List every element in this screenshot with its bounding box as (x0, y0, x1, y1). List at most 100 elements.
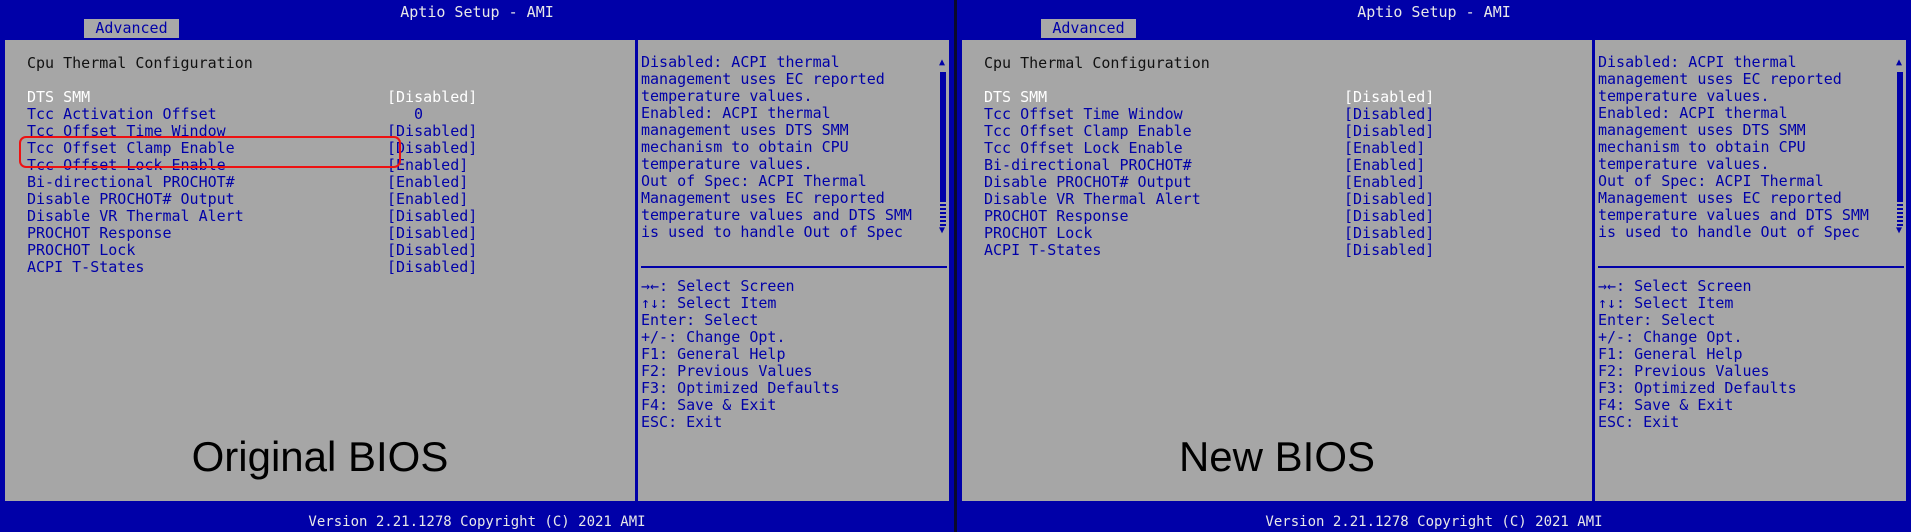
help-line: temperature values and DTS SMM (641, 206, 912, 224)
help-line: temperature values. (1598, 87, 1770, 105)
setting-value: [Disabled] (1344, 207, 1435, 225)
highlight-box (19, 136, 401, 168)
setting-disable-vr-thermal-alert[interactable]: Disable VR Thermal Alert [Disabled] (27, 207, 627, 225)
scroll-thumb[interactable] (940, 72, 946, 202)
scroll-track[interactable] (1897, 202, 1903, 226)
setting-bidirectional-prochot[interactable]: Bi-directional PROCHOT# [Enabled] (27, 173, 627, 191)
help-line: management uses DTS SMM (1598, 121, 1806, 139)
setting-value: [Enabled] (387, 190, 469, 208)
key-hint: Enter: Select (1598, 311, 1716, 329)
footer-version: Version 2.21.1278 Copyright (C) 2021 AMI (1265, 514, 1603, 530)
setting-prochot-lock[interactable]: PROCHOT Lock [Disabled] (984, 224, 1584, 242)
key-hint: +/-: Change Opt. (1598, 328, 1743, 346)
setting-value: [Disabled] (387, 207, 478, 225)
key-hint: F1: General Help (1598, 345, 1743, 363)
setting-value: 0 (413, 105, 423, 123)
setting-label: Disable VR Thermal Alert (27, 207, 244, 225)
setting-label: Tcc Offset Lock Enable (984, 139, 1183, 157)
setting-prochot-response[interactable]: PROCHOT Response [Disabled] (984, 207, 1584, 225)
setting-label: PROCHOT Response (27, 224, 172, 242)
setting-value: [Disabled] (1344, 88, 1435, 106)
setting-label: Disable PROCHOT# Output (27, 190, 235, 208)
tab-advanced[interactable]: Advanced (1041, 19, 1136, 38)
setting-disable-prochot-output[interactable]: Disable PROCHOT# Output [Enabled] (984, 173, 1584, 191)
help-line: Enabled: ACPI thermal (641, 104, 831, 122)
key-hint: ESC: Exit (641, 413, 723, 431)
help-text: Disabled: ACPI thermal management uses E… (1598, 54, 1888, 241)
help-line: Out of Spec: ACPI Thermal (1598, 172, 1824, 190)
setting-dts-smm[interactable]: DTS SMM [Disabled] (27, 88, 627, 106)
key-hint: ↑↓: Select Item (1598, 294, 1734, 312)
scroll-thumb[interactable] (1897, 72, 1903, 202)
setting-value: [Enabled] (387, 173, 469, 191)
help-line: management uses EC reported (641, 70, 885, 88)
key-hint: F1: General Help (641, 345, 786, 363)
key-hint: F4: Save & Exit (641, 396, 777, 414)
key-hint: ↑↓: Select Item (641, 294, 777, 312)
panel-caption: Original BIOS (191, 433, 449, 480)
help-text: Disabled: ACPI thermal management uses E… (641, 54, 931, 241)
help-line: temperature values and DTS SMM (1598, 206, 1869, 224)
help-line: mechanism to obtain CPU (641, 138, 849, 156)
setting-label: Disable PROCHOT# Output (984, 173, 1192, 191)
help-separator (1598, 266, 1904, 268)
panel-caption: New BIOS (1178, 433, 1376, 480)
help-line: management uses DTS SMM (641, 121, 849, 139)
scroll-up-icon[interactable]: ▲ (1896, 58, 1904, 68)
scroll-track[interactable] (940, 202, 946, 226)
help-line: mechanism to obtain CPU (1598, 138, 1806, 156)
setting-bidirectional-prochot[interactable]: Bi-directional PROCHOT# [Enabled] (984, 156, 1584, 174)
key-hint: F2: Previous Values (1598, 362, 1770, 380)
setting-tcc-offset-time-window[interactable]: Tcc Offset Time Window [Disabled] (984, 105, 1584, 123)
setup-body: Cpu Thermal Configuration DTS SMM [Disabl… (960, 38, 1908, 503)
setting-value: [Disabled] (387, 88, 478, 106)
setting-tcc-offset-clamp-enable[interactable]: Tcc Offset Clamp Enable [Disabled] (984, 122, 1584, 140)
key-help: →←: Select Screen ↑↓: Select Item Enter:… (1598, 278, 1797, 431)
setting-disable-prochot-output[interactable]: Disable PROCHOT# Output [Enabled] (27, 190, 627, 208)
key-hint: →←: Select Screen (641, 277, 795, 295)
setting-label: Disable VR Thermal Alert (984, 190, 1201, 208)
setting-acpi-t-states[interactable]: ACPI T-States [Disabled] (27, 258, 627, 276)
help-scrollbar[interactable]: ▲ ▼ (1896, 58, 1904, 238)
tab-advanced[interactable]: Advanced (84, 19, 179, 38)
setting-value: [Enabled] (1344, 156, 1426, 174)
scroll-down-icon[interactable]: ▼ (939, 226, 945, 236)
setting-value: [Disabled] (387, 241, 478, 259)
help-scrollbar[interactable]: ▲ ▼ (939, 58, 947, 238)
setting-value: [Disabled] (1344, 224, 1435, 242)
key-hint: ESC: Exit (1598, 413, 1680, 431)
setting-dts-smm[interactable]: DTS SMM [Disabled] (984, 88, 1584, 106)
setting-value: [Disabled] (387, 258, 478, 276)
help-line: temperature values. (641, 87, 813, 105)
setting-value: [Disabled] (1344, 105, 1435, 123)
help-line: management uses EC reported (1598, 70, 1842, 88)
setting-prochot-response[interactable]: PROCHOT Response [Disabled] (27, 224, 627, 242)
setting-tcc-activation-offset[interactable]: Tcc Activation Offset 0 (27, 105, 627, 123)
help-line: Management uses EC reported (1598, 189, 1842, 207)
settings-list: DTS SMM [Disabled] Tcc Offset Time Window… (984, 88, 1584, 259)
bios-panel-original: Aptio Setup - AMI Advanced Cpu Thermal C… (0, 0, 954, 532)
scroll-up-icon[interactable]: ▲ (939, 58, 947, 68)
setting-prochot-lock[interactable]: PROCHOT Lock [Disabled] (27, 241, 627, 259)
help-line: Disabled: ACPI thermal (1598, 53, 1797, 71)
setting-label: PROCHOT Lock (984, 224, 1093, 242)
help-line: Out of Spec: ACPI Thermal (641, 172, 867, 190)
setting-disable-vr-thermal-alert[interactable]: Disable VR Thermal Alert [Disabled] (984, 190, 1584, 208)
setting-label: PROCHOT Lock (27, 241, 136, 259)
setting-label: Tcc Activation Offset (27, 105, 217, 123)
setting-label: Tcc Offset Time Window (984, 105, 1183, 123)
help-line: Enabled: ACPI thermal (1598, 104, 1788, 122)
setting-label: ACPI T-States (27, 258, 145, 276)
setting-value: [Disabled] (1344, 190, 1435, 208)
help-line: temperature values. (1598, 155, 1770, 173)
key-hint: F4: Save & Exit (1598, 396, 1734, 414)
setting-tcc-offset-lock-enable[interactable]: Tcc Offset Lock Enable [Enabled] (984, 139, 1584, 157)
setting-acpi-t-states[interactable]: ACPI T-States [Disabled] (984, 241, 1584, 259)
key-hint: F2: Previous Values (641, 362, 813, 380)
scroll-down-icon[interactable]: ▼ (1896, 226, 1902, 236)
help-line: is used to handle Out of Spec (641, 223, 903, 241)
bios-panel-new: Aptio Setup - AMI Advanced Cpu Thermal C… (957, 0, 1911, 532)
setting-label: ACPI T-States (984, 241, 1102, 259)
setting-label: PROCHOT Response (984, 207, 1129, 225)
pane-divider (635, 40, 638, 501)
